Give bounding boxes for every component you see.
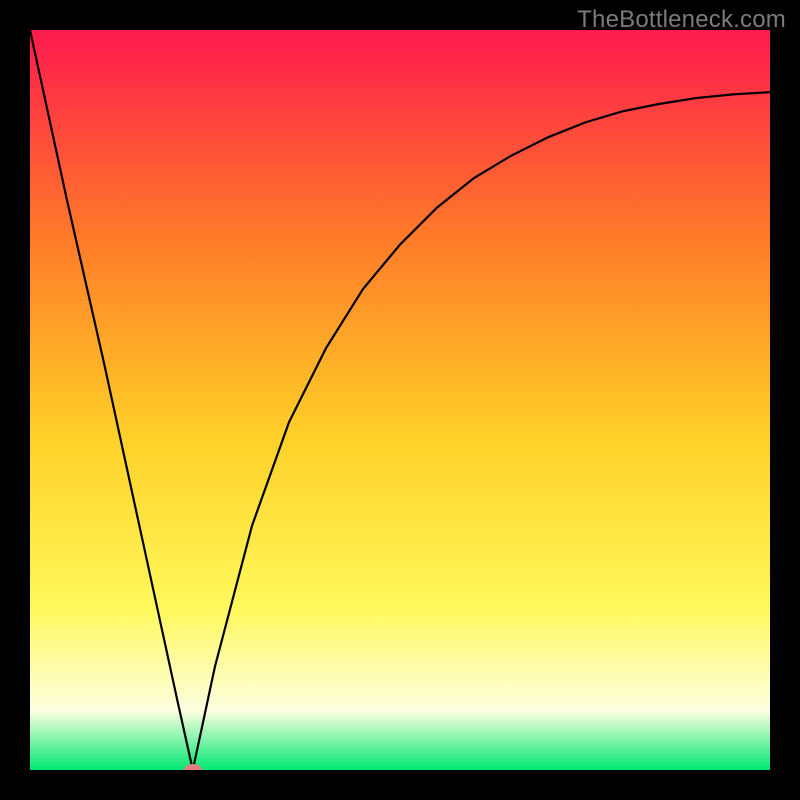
chart-frame: TheBottleneck.com [0,0,800,800]
gradient-background [30,30,770,770]
gradient-rect [30,30,770,770]
plot-area [30,30,770,770]
optimal-point-marker [184,764,202,770]
watermark-text: TheBottleneck.com [577,6,786,34]
